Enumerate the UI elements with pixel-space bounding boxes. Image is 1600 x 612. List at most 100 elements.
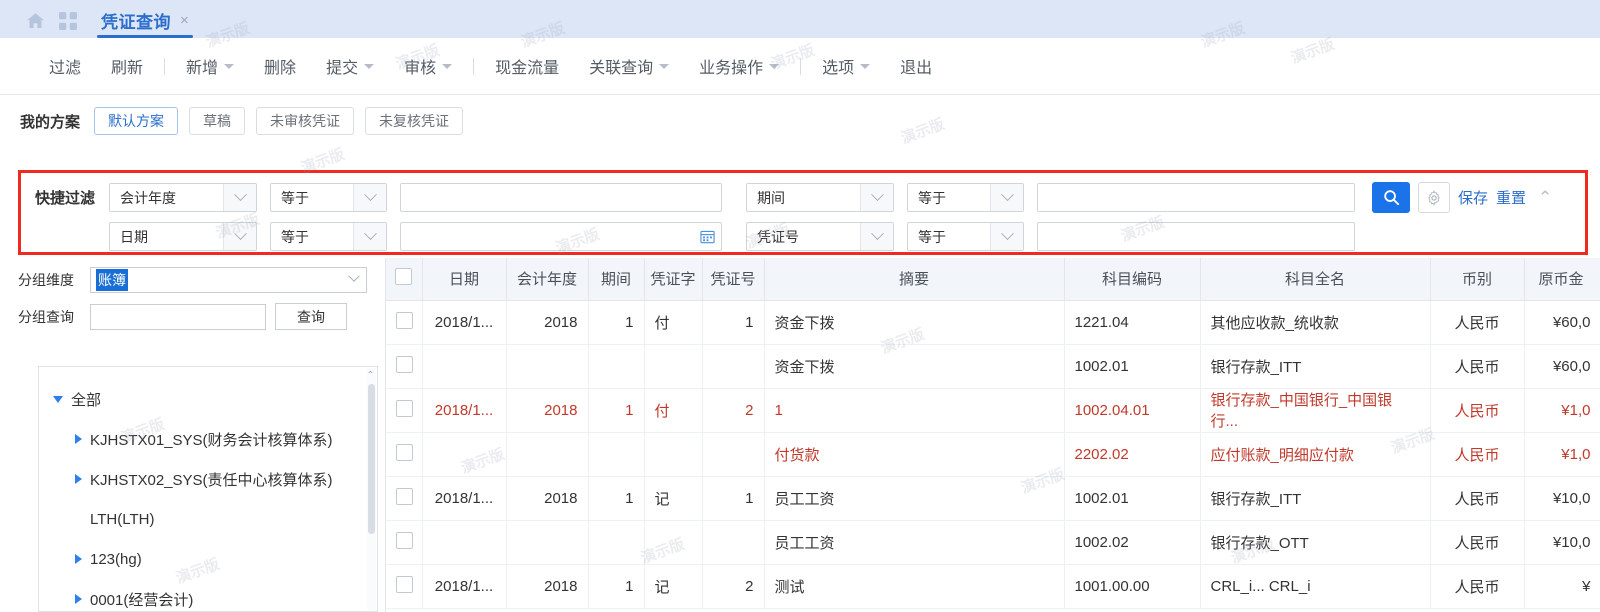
row-select-cell[interactable] <box>386 520 423 565</box>
tab-voucher-query[interactable]: 凭证查询 × <box>91 8 199 38</box>
filter-field-select-1[interactable]: 会计年度 <box>109 183 257 212</box>
column-header-1[interactable]: 日期 <box>422 258 507 301</box>
chevron-down-icon[interactable] <box>223 223 256 250</box>
toolbar-item-5[interactable]: 提交 <box>311 54 389 78</box>
chevron-down-icon[interactable] <box>364 63 375 69</box>
toolbar-item-8[interactable]: 现金流量 <box>480 54 574 78</box>
toolbar-item-0[interactable]: 过滤 <box>34 54 96 78</box>
toolbar-item-6[interactable]: 审核 <box>389 54 467 78</box>
group-query-button[interactable]: 查询 <box>275 303 347 330</box>
filter-field-select-2[interactable]: 期间 <box>746 183 894 212</box>
chevron-down-icon[interactable] <box>223 184 256 211</box>
search-button[interactable] <box>1372 182 1410 213</box>
toolbar-item-3[interactable]: 新增 <box>171 54 249 78</box>
scheme-chip-1[interactable]: 草稿 <box>189 107 246 135</box>
column-header-9[interactable]: 币别 <box>1430 258 1525 301</box>
scheme-chip-0[interactable]: 默认方案 <box>94 107 179 135</box>
table-row[interactable]: 员工工资 1002.02 银行存款_OTT 人民币 ¥10,0 <box>386 520 1600 565</box>
filter-operator-select-1[interactable]: 等于 <box>270 183 387 212</box>
toolbar-item-1[interactable]: 刷新 <box>96 54 158 78</box>
voucher-table-pane[interactable]: 日期 会计年度 期间 凭证字 凭证号 摘要 科目编码 科目全名 币别 原币金 2018/1... 2… <box>385 258 1600 612</box>
chevron-down-icon[interactable] <box>353 184 386 211</box>
row-checkbox[interactable] <box>396 399 413 417</box>
column-header-10[interactable]: 原币金 <box>1524 258 1600 301</box>
filter-operator-select-4[interactable]: 等于 <box>907 222 1024 251</box>
toolbar-item-4[interactable]: 删除 <box>249 54 311 78</box>
chevron-down-icon[interactable] <box>224 63 235 69</box>
chevron-down-icon[interactable] <box>990 223 1023 250</box>
filter-settings-button[interactable] <box>1418 182 1450 213</box>
tree-scrollbar[interactable]: ⌃ <box>365 368 376 610</box>
table-row[interactable]: 2018/1... 2018 1 记 2 测试 1001.00.00 CRL_i... CRL… <box>386 564 1600 609</box>
tree-node-1[interactable]: KJHSTX01_SYS(财务会计核算体系) <box>53 419 377 459</box>
row-select-cell[interactable] <box>386 564 423 609</box>
triangle-right-icon[interactable] <box>75 554 82 564</box>
select-all-checkbox[interactable] <box>395 268 413 286</box>
tree-node-2[interactable]: KJHSTX02_SYS(责任中心核算体系) <box>53 459 377 499</box>
group-dimension-select[interactable]: 账簿 <box>90 266 367 293</box>
tree-node-3[interactable]: LTH(LTH) <box>53 499 377 539</box>
column-header-8[interactable]: 科目全名 <box>1200 258 1431 301</box>
row-checkbox[interactable] <box>396 531 413 549</box>
grid-apps-icon[interactable] <box>59 12 77 30</box>
table-row[interactable]: 付货款 2202.02 应付账款_明细应付款 人民币 ¥1,0 <box>386 432 1600 477</box>
filter-voucherno-input[interactable] <box>1037 222 1355 251</box>
group-query-input[interactable] <box>90 303 266 330</box>
filter-field-select-3[interactable]: 日期 <box>109 222 257 251</box>
table-row[interactable]: 2018/1... 2018 1 付 2 1 1002.04.01 银行存款_中国银行_中国银… <box>386 388 1600 433</box>
triangle-down-icon[interactable] <box>53 395 63 403</box>
scheme-chip-2[interactable]: 未审核凭证 <box>256 107 355 135</box>
row-select-cell[interactable] <box>386 300 423 345</box>
close-icon[interactable]: × <box>180 12 189 29</box>
chevron-down-icon[interactable] <box>860 63 871 69</box>
row-select-cell[interactable] <box>386 388 423 433</box>
row-checkbox[interactable] <box>396 355 413 373</box>
toolbar-item-10[interactable]: 业务操作 <box>684 54 794 78</box>
triangle-right-icon[interactable] <box>75 474 82 484</box>
filter-value-input-2[interactable] <box>1037 183 1355 212</box>
chevron-down-icon[interactable] <box>990 184 1023 211</box>
row-checkbox[interactable] <box>396 443 413 461</box>
reset-filter-link[interactable]: 重置 <box>1496 187 1526 208</box>
chevron-down-icon[interactable] <box>769 63 780 69</box>
tree-node-4[interactable]: 123(hg) <box>53 539 377 579</box>
column-header-5[interactable]: 凭证号 <box>702 258 765 301</box>
row-select-cell[interactable] <box>386 432 423 477</box>
save-filter-link[interactable]: 保存 <box>1458 187 1488 208</box>
chevron-up-icon[interactable]: ⌃ <box>1538 188 1552 208</box>
column-header-3[interactable]: 期间 <box>588 258 645 301</box>
filter-operator-select-3[interactable]: 等于 <box>270 222 387 251</box>
toolbar-item-13[interactable]: 退出 <box>885 54 947 78</box>
filter-date-input[interactable] <box>400 222 722 251</box>
chevron-down-icon[interactable] <box>442 63 453 69</box>
table-row[interactable]: 2018/1... 2018 1 记 1 员工工资 1002.01 银行存款_ITT 人民币 ¥1… <box>386 476 1600 521</box>
row-checkbox[interactable] <box>396 487 413 505</box>
chevron-down-icon[interactable] <box>860 223 893 250</box>
column-header-4[interactable]: 凭证字 <box>644 258 703 301</box>
scroll-up-icon[interactable]: ⌃ <box>365 370 376 381</box>
row-checkbox[interactable] <box>396 575 413 593</box>
row-select-cell[interactable] <box>386 476 423 521</box>
row-checkbox[interactable] <box>396 311 413 329</box>
toolbar-item-9[interactable]: 关联查询 <box>574 54 684 78</box>
filter-value-input-1[interactable] <box>400 183 722 212</box>
tree-node-0[interactable]: 全部 <box>53 379 377 419</box>
chevron-down-icon[interactable] <box>353 223 386 250</box>
tree-node-5[interactable]: 0001(经营会计) <box>53 579 377 611</box>
chevron-down-icon[interactable] <box>659 63 670 69</box>
home-icon[interactable] <box>26 12 45 30</box>
scrollbar-thumb[interactable] <box>368 384 375 534</box>
triangle-right-icon[interactable] <box>75 594 82 604</box>
toolbar-item-12[interactable]: 选项 <box>807 54 885 78</box>
select-all-header[interactable] <box>386 258 423 301</box>
chevron-down-icon[interactable] <box>348 270 360 283</box>
scheme-chip-3[interactable]: 未复核凭证 <box>365 107 464 135</box>
filter-operator-select-2[interactable]: 等于 <box>907 183 1024 212</box>
table-row[interactable]: 资金下拨 1002.01 银行存款_ITT 人民币 ¥60,0 <box>386 344 1600 389</box>
column-header-2[interactable]: 会计年度 <box>506 258 589 301</box>
calendar-icon[interactable] <box>700 229 715 244</box>
filter-field-select-4[interactable]: 凭证号 <box>746 222 894 251</box>
column-header-6[interactable]: 摘要 <box>764 258 1065 301</box>
triangle-right-icon[interactable] <box>75 434 82 444</box>
chevron-down-icon[interactable] <box>860 184 893 211</box>
